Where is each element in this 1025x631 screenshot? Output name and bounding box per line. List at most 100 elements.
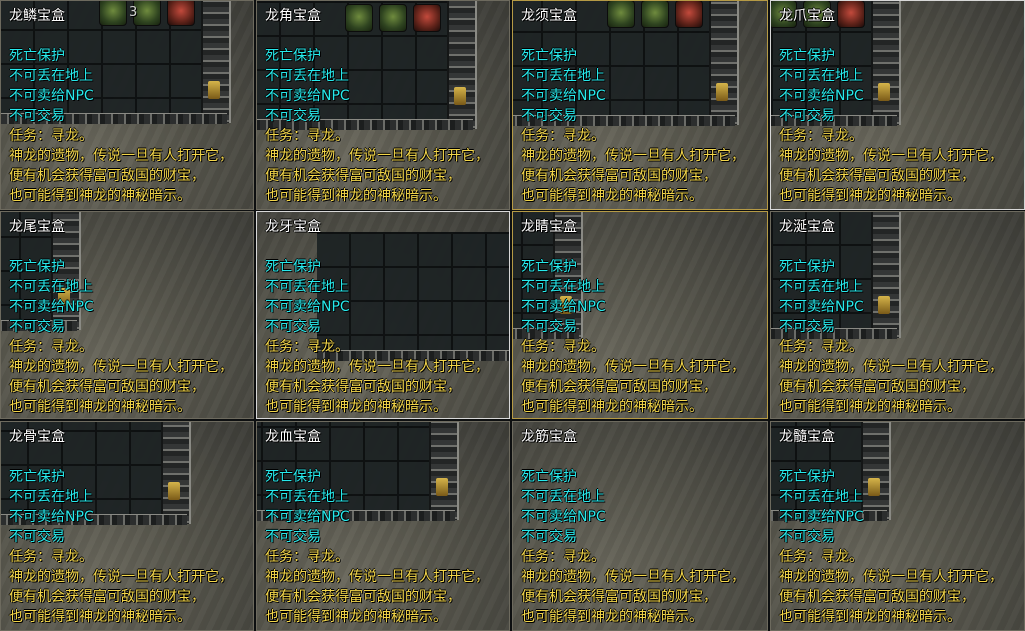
tooltip-content: 龙须宝盒 死亡保护 不可丢在地上 不可卖给NPC 不可交易 任务：寻龙。 神龙的遗物，传说一… [513,1,767,209]
item-title: 龙髓宝盒 [779,429,835,445]
item-attribute: 不可丢在地上 [9,68,93,84]
item-description-line: 便有机会获得富可敌国的财宝， [779,379,975,395]
item-attribute: 不可卖给NPC [521,88,606,104]
tooltip-content: 龙睛宝盒 死亡保护 不可丢在地上 不可卖给NPC 不可交易 任务：寻龙。 神龙的遗物，传说一… [513,212,767,418]
item-description-line: 也可能得到神龙的神秘暗示。 [779,399,961,415]
item-attribute: 不可丢在地上 [265,279,349,295]
item-attribute: 不可丢在地上 [9,279,93,295]
item-attribute: 死亡保护 [9,469,65,485]
item-title: 龙尾宝盒 [9,219,65,235]
item-description-line: 便有机会获得富可敌国的财宝， [521,379,717,395]
item-description-line: 神龙的遗物，传说一旦有人打开它， [265,148,489,164]
item-description-line: 便有机会获得富可敌国的财宝， [265,589,461,605]
item-description-line: 神龙的遗物，传说一旦有人打开它， [9,148,233,164]
item-quest: 任务：寻龙。 [9,549,93,565]
item-quest: 任务：寻龙。 [265,549,349,565]
item-attribute: 不可丢在地上 [9,489,93,505]
item-attribute: 不可交易 [265,108,321,124]
item-attribute: 死亡保护 [265,469,321,485]
item-description-line: 便有机会获得富可敌国的财宝， [521,589,717,605]
item-description-line: 也可能得到神龙的神秘暗示。 [9,188,191,204]
item-attribute: 不可卖给NPC [265,509,350,525]
item-tooltip: 龙尾宝盒 死亡保护 不可丢在地上 不可卖给NPC 不可交易 任务：寻龙。 神龙的遗物，传说一… [0,211,254,419]
item-attribute: 不可交易 [779,319,835,335]
item-attribute: 死亡保护 [265,259,321,275]
item-attribute: 不可丢在地上 [779,279,863,295]
item-description-line: 便有机会获得富可敌国的财宝， [9,379,205,395]
item-title: 龙筋宝盒 [521,429,577,445]
item-quest: 任务：寻龙。 [521,549,605,565]
item-attribute: 不可丢在地上 [521,279,605,295]
item-title: 龙骨宝盒 [9,429,65,445]
item-attribute: 死亡保护 [521,48,577,64]
item-attribute: 不可卖给NPC [265,88,350,104]
item-title: 龙涎宝盒 [779,219,835,235]
item-attribute: 不可交易 [521,108,577,124]
item-description-line: 也可能得到神龙的神秘暗示。 [779,609,961,625]
item-description-line: 神龙的遗物，传说一旦有人打开它， [521,359,745,375]
item-quest: 任务：寻龙。 [265,128,349,144]
item-tooltip: 龙爪宝盒 死亡保护 不可丢在地上 不可卖给NPC 不可交易 任务：寻龙。 神龙的遗物，传说一… [770,0,1025,210]
item-tooltip: 龙血宝盒 死亡保护 不可丢在地上 不可卖给NPC 不可交易 任务：寻龙。 神龙的遗物，传说一… [256,421,510,631]
item-description-line: 也可能得到神龙的神秘暗示。 [265,399,447,415]
item-description-line: 也可能得到神龙的神秘暗示。 [265,609,447,625]
item-tooltip: 龙角宝盒死亡保护不可丢在地上 不可卖给NPC 不可交易任务：寻龙。神龙的遗物，传说一… [256,0,510,210]
tooltip-content: 龙血宝盒 死亡保护 不可丢在地上 不可卖给NPC 不可交易 任务：寻龙。 神龙的遗物，传说一… [257,422,509,630]
item-attribute: 不可丢在地上 [521,489,605,505]
item-quest: 任务：寻龙。 [521,339,605,355]
item-description-line: 神龙的遗物，传说一旦有人打开它， [265,359,489,375]
item-attribute: 不可交易 [265,319,321,335]
item-attribute: 死亡保护 [779,48,835,64]
item-title: 龙爪宝盒 [779,8,835,24]
item-attribute: 不可丢在地上 [265,68,349,84]
item-attribute: 死亡保护 [779,259,835,275]
item-title: 龙牙宝盒 [265,219,321,235]
item-title: 龙角宝盒 [265,8,321,24]
item-attribute: 不可卖给NPC [779,509,864,525]
item-tooltip: 龙须宝盒 死亡保护 不可丢在地上 不可卖给NPC 不可交易 任务：寻龙。 神龙的遗物，传说一… [512,0,768,210]
item-tooltip: 龙鳞宝盒 死亡保护 不可丢在地上 不可卖给NPC 不可交易 任务：寻龙。 神龙的遗物，传说一… [0,0,254,210]
item-attribute: 不可交易 [9,108,65,124]
tooltip-content: 龙牙宝盒 死亡保护 不可丢在地上 不可卖给NPC 不可交易 任务：寻龙。 神龙的遗物，传说一… [257,212,509,418]
item-description-line: 便有机会获得富可敌国的财宝， [265,379,461,395]
item-description-line: 也可能得到神龙的神秘暗示。 [265,188,447,204]
item-attribute: 死亡保护 [521,469,577,485]
item-attribute: 不可交易 [9,529,65,545]
item-attribute: 不可丢在地上 [779,68,863,84]
item-attribute: 不可交易 [521,529,577,545]
item-attribute: 不可丢在地上 [265,489,349,505]
item-description-line: 神龙的遗物，传说一旦有人打开它， [521,148,745,164]
item-description-line: 便有机会获得富可敌国的财宝， [9,589,205,605]
item-quest: 任务：寻龙。 [779,549,863,565]
item-title: 龙睛宝盒 [521,219,577,235]
item-attribute: 不可丢在地上 [779,489,863,505]
item-description-line: 神龙的遗物，传说一旦有人打开它， [9,359,233,375]
tooltip-content: 龙爪宝盒 死亡保护 不可丢在地上 不可卖给NPC 不可交易 任务：寻龙。 神龙的遗物，传说一… [771,1,1024,209]
item-description-line: 神龙的遗物，传说一旦有人打开它， [9,569,233,585]
item-attribute: 死亡保护 [521,259,577,275]
item-quest: 任务：寻龙。 [779,339,863,355]
item-description-line: 便有机会获得富可敌国的财宝， [521,168,717,184]
slot-count-label: 3 [129,5,138,20]
item-attribute: 死亡保护 [779,469,835,485]
tooltip-content: 龙角宝盒死亡保护不可丢在地上 不可卖给NPC 不可交易任务：寻龙。神龙的遗物，传说一… [257,1,509,209]
item-tooltip: 龙骨宝盒死亡保护不可丢在地上 不可卖给NPC 不可交易任务：寻龙。神龙的遗物，传说一… [0,421,254,631]
item-description-line: 神龙的遗物，传说一旦有人打开它， [779,359,1003,375]
item-description-line: 便有机会获得富可敌国的财宝， [779,168,975,184]
item-description-line: 神龙的遗物，传说一旦有人打开它， [779,148,1003,164]
item-quest: 任务：寻龙。 [779,128,863,144]
item-attribute: 死亡保护 [265,48,321,64]
item-attribute: 不可交易 [9,319,65,335]
item-tooltip: 龙筋宝盒 死亡保护 不可丢在地上 不可卖给NPC 不可交易 任务：寻龙。 神龙的遗物，传说一… [512,421,768,631]
item-description-line: 也可能得到神龙的神秘暗示。 [9,399,191,415]
item-attribute: 不可卖给NPC [9,509,94,525]
item-title: 龙血宝盒 [265,429,321,445]
item-attribute: 死亡保护 [9,259,65,275]
item-attribute: 不可卖给NPC [779,88,864,104]
item-attribute: 不可卖给NPC [521,299,606,315]
item-tooltip: 龙髓宝盒 死亡保护 不可丢在地上 不可卖给NPC 不可交易 任务：寻龙。 神龙的遗物，传说一… [770,421,1025,631]
item-description-line: 也可能得到神龙的神秘暗示。 [9,609,191,625]
item-title: 龙须宝盒 [521,8,577,24]
item-description-line: 便有机会获得富可敌国的财宝， [779,589,975,605]
item-description-line: 神龙的遗物，传说一旦有人打开它， [779,569,1003,585]
